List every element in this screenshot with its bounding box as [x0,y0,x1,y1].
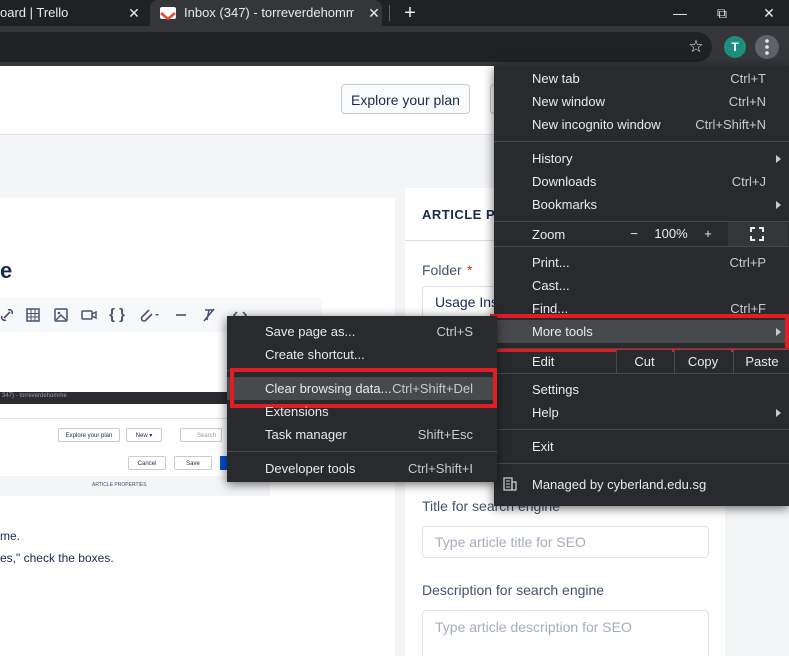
zoom-label: Zoom [532,227,566,242]
menu-item-print[interactable]: Print... Ctrl+P [494,251,789,274]
seo-title-input[interactable]: Type article title for SEO [422,526,709,558]
required-marker: * [467,262,473,278]
zoom-in-button[interactable]: + [694,222,722,245]
menu-separator [494,373,789,374]
zoom-level: 100% [654,226,688,241]
explore-plan-button[interactable]: Explore your plan [341,84,470,114]
profile-avatar[interactable]: T [724,36,746,58]
submenu-arrow-icon [776,201,781,209]
tab-close-icon[interactable]: ✕ [366,5,382,21]
submenu-arrow-icon [776,409,781,417]
fullscreen-button[interactable] [728,222,788,246]
video-icon[interactable] [80,306,98,324]
image-icon[interactable] [52,306,70,324]
embedded-cancel: Cancel [128,456,166,470]
menu-item-history[interactable]: History [494,147,789,170]
menu-separator [494,348,789,349]
embedded-new-button: New ▾ [126,428,162,442]
tab-gmail[interactable]: Inbox (347) - torreverdehommel [150,0,382,26]
menu-item-bookmarks[interactable]: Bookmarks [494,193,789,216]
article-text: me. [0,529,21,543]
address-bar[interactable] [0,32,712,62]
menu-item-help[interactable]: Help [494,401,789,424]
tab-divider [389,5,390,21]
properties-header: ARTICLE PR [422,207,505,222]
new-tab-icon[interactable]: + [402,3,418,23]
menu-separator [494,246,789,247]
edit-paste-button[interactable]: Paste [733,350,789,373]
edit-cut-button[interactable]: Cut [616,350,672,373]
menu-item-new-window[interactable]: New window Ctrl+N [494,90,789,113]
minimize-icon[interactable]: — [660,0,700,26]
article-text: es," check the boxes. [0,551,114,565]
edit-copy-button[interactable]: Copy [674,350,731,373]
embedded-search: Search [180,428,222,442]
embedded-props: ARTICLE PROPERTIES [92,482,147,488]
folder-label: Folder [422,262,462,278]
gmail-icon [160,7,176,21]
table-icon[interactable] [24,306,42,324]
menu-separator [494,141,789,142]
edit-label: Edit [532,354,555,369]
seo-description-input[interactable]: Type article description for SEO [422,610,709,656]
tab-trello[interactable]: oard | Trello [0,0,140,26]
submenu-developer-tools[interactable]: Developer tools Ctrl+Shift+I [227,457,497,480]
menu-item-downloads[interactable]: Downloads Ctrl+J [494,170,789,193]
attachment-icon[interactable] [137,306,161,324]
seo-description-label: Description for search engine [422,582,605,598]
menu-item-cast[interactable]: Cast... [494,274,789,297]
window-close-icon[interactable]: ✕ [749,0,789,26]
menu-separator [494,463,789,464]
submenu-task-manager[interactable]: Task manager Shift+Esc [227,423,497,446]
menu-separator [227,451,497,452]
submenu-create-shortcut[interactable]: Create shortcut... [227,343,497,366]
menu-item-new-tab[interactable]: New tab Ctrl+T [494,67,789,90]
bookmark-star-icon[interactable]: ☆ [686,37,706,57]
embedded-tab-text: 347) - torreverdehomme [2,393,67,399]
clear-format-icon[interactable] [200,306,218,324]
menu-separator [494,429,789,430]
embedded-save: Save [174,456,212,470]
highlight-more-tools [490,314,789,352]
fullscreen-icon [750,227,764,241]
tab-title: oard | Trello [0,5,69,20]
article-title[interactable]: e [0,258,12,284]
tab-title: Inbox (347) - torreverdehommel [184,5,354,20]
horizontal-rule-icon[interactable] [172,306,190,324]
submenu-save-page[interactable]: Save page as... Ctrl+S [227,320,497,343]
submenu-extensions[interactable]: Extensions [227,400,497,423]
zoom-out-button[interactable]: − [620,222,648,245]
three-dot-menu-icon[interactable] [755,35,779,59]
menu-item-exit[interactable]: Exit [494,435,789,458]
restore-icon[interactable]: ⧉ [702,0,742,26]
link-icon[interactable] [0,306,16,324]
submenu-arrow-icon [776,155,781,163]
managed-by-notice[interactable]: Managed by cyberland.edu.sg [494,473,789,496]
menu-item-new-incognito[interactable]: New incognito window Ctrl+Shift+N [494,113,789,136]
menu-item-settings[interactable]: Settings [494,378,789,401]
code-block-icon[interactable]: { } [108,306,126,324]
embedded-explore-button: Explore your plan [58,428,120,442]
tab-close-icon[interactable]: ✕ [126,5,142,21]
